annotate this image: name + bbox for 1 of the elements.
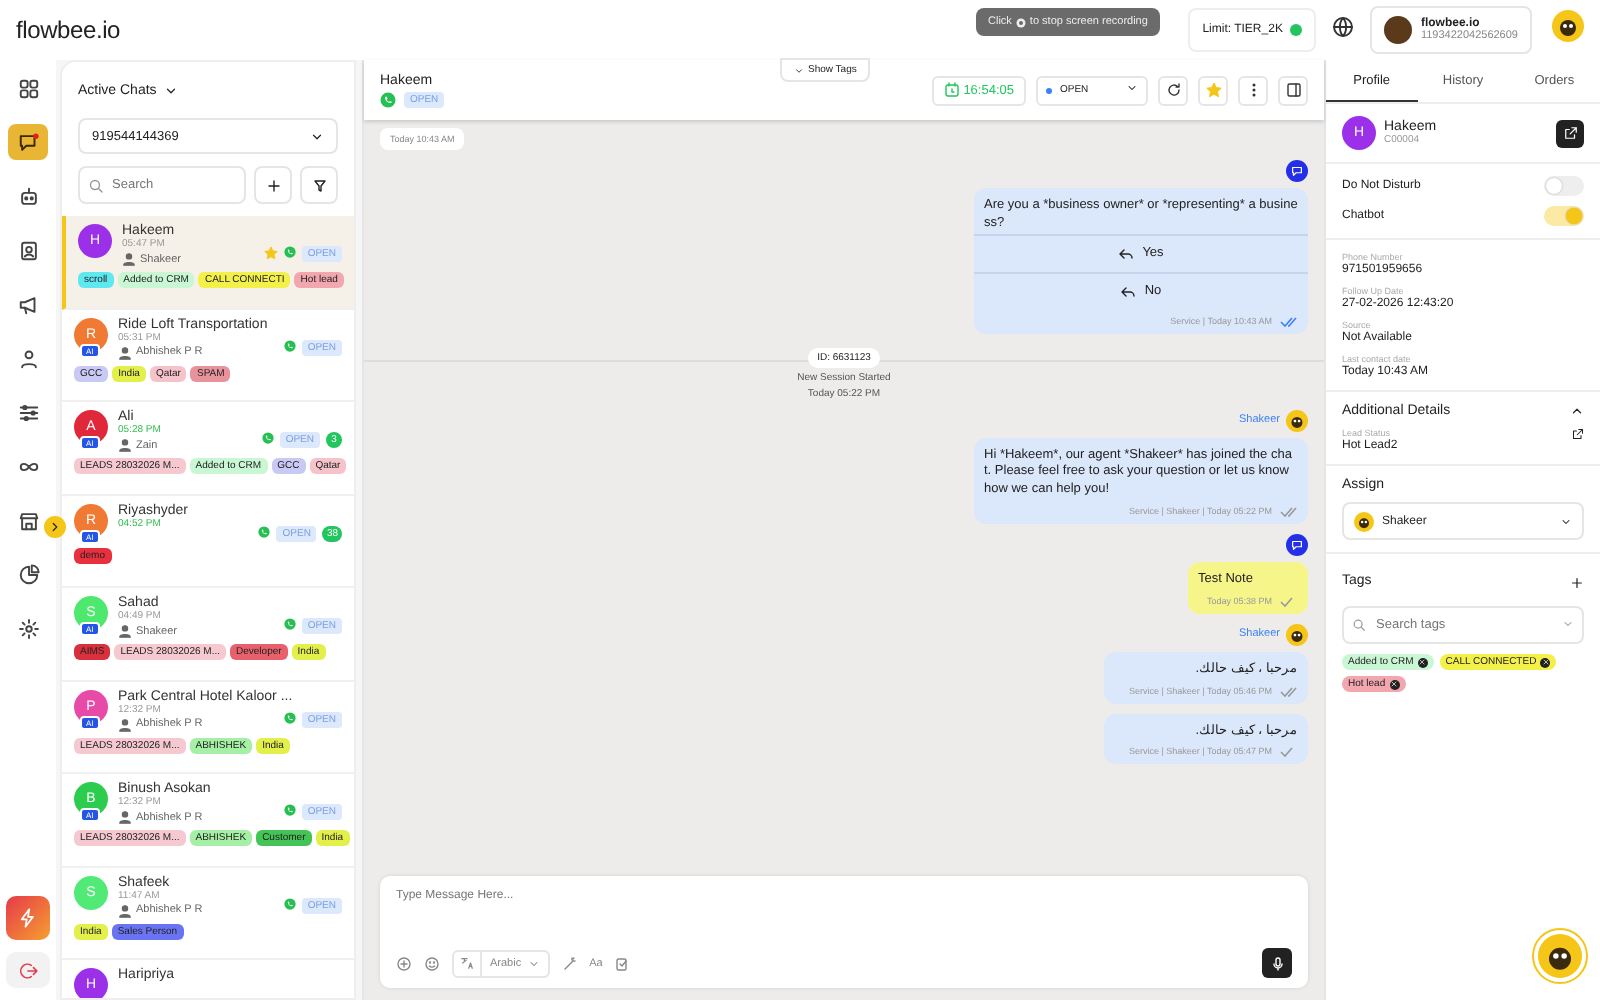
logo: flowbee.io (16, 16, 121, 44)
